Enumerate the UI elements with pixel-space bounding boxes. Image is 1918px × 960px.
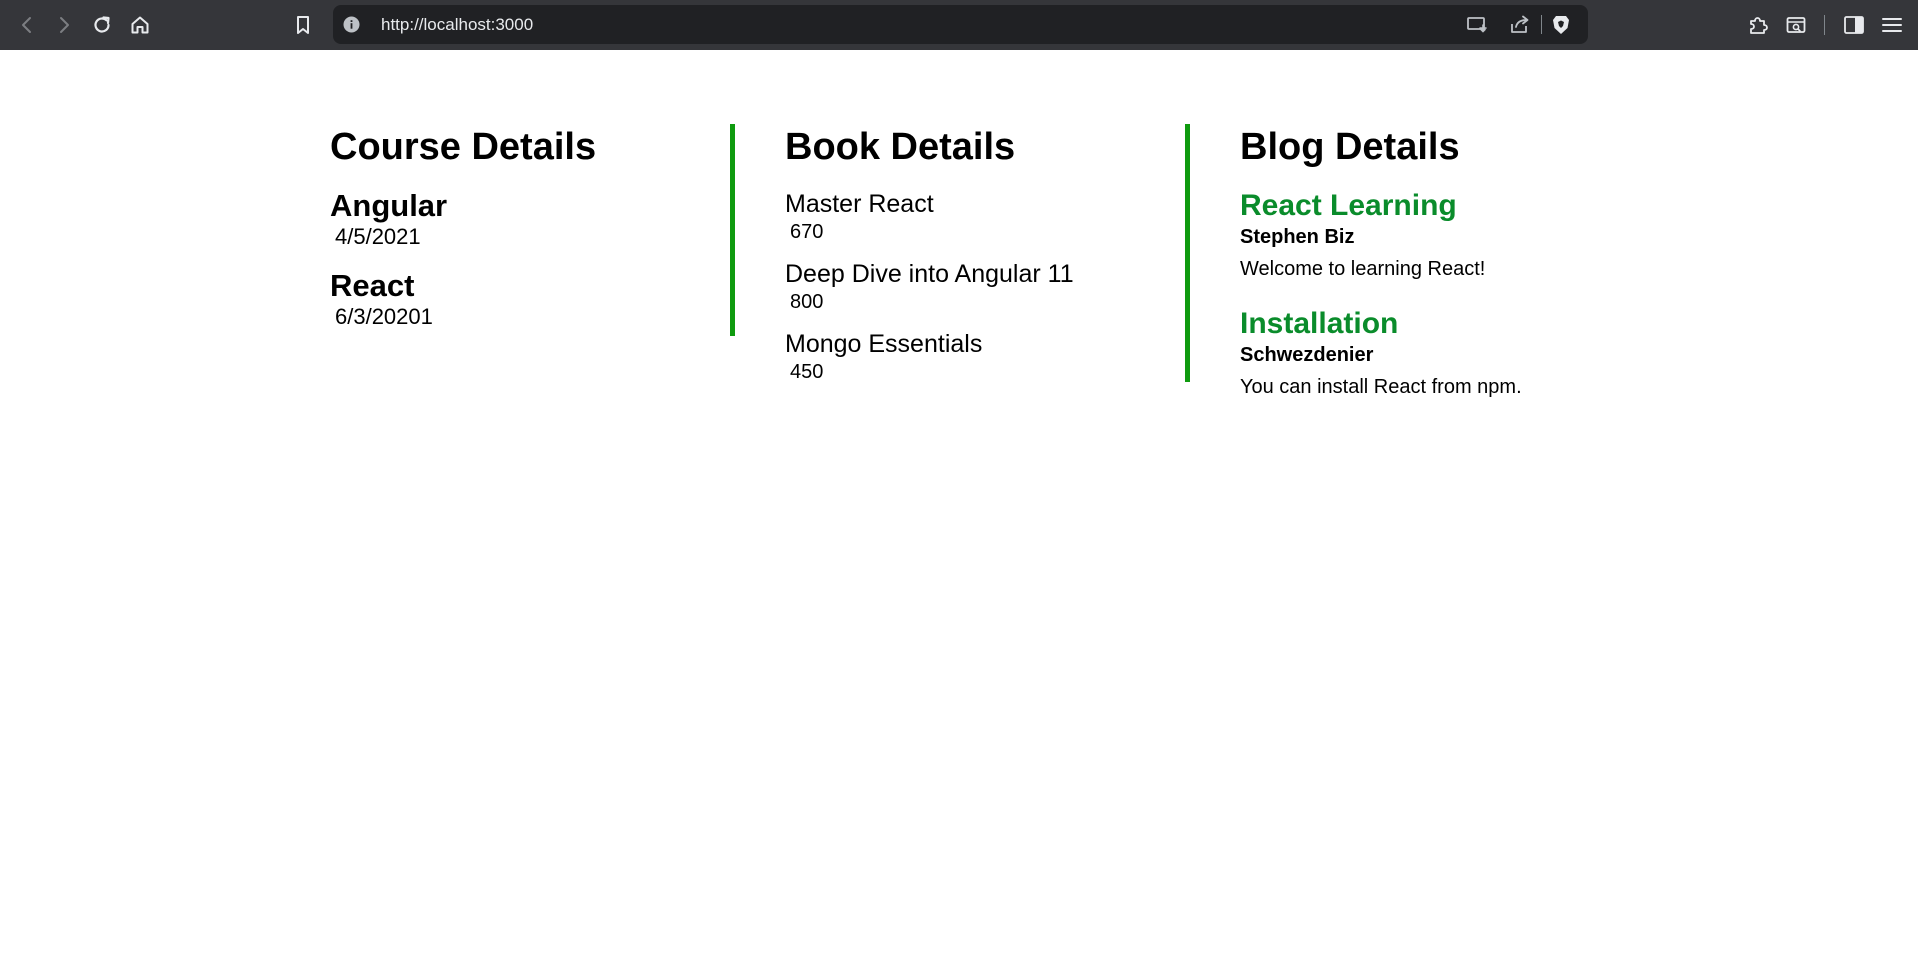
sidebar-icon — [1844, 16, 1864, 34]
wallet-icon — [1786, 17, 1806, 33]
blog-title: React Learning — [1240, 189, 1457, 222]
book-details-section: Book Details Master React 670 Deep Dive … — [785, 125, 1205, 399]
info-icon[interactable] — [343, 16, 360, 33]
url-text[interactable]: http://localhost:3000 — [381, 5, 533, 44]
book-price: 450 — [790, 361, 824, 383]
sidebar-button[interactable] — [1840, 11, 1868, 39]
course-details-section: Course Details Angular 4/5/2021 React 6/… — [330, 125, 750, 349]
blog-details-title: Blog Details — [1240, 126, 1460, 168]
brave-shield-button[interactable] — [1549, 13, 1573, 37]
book-item: Mongo Essentials 450 — [785, 329, 1205, 385]
column-divider — [730, 124, 735, 336]
column-divider — [1185, 124, 1190, 382]
blog-item: React Learning Stephen Biz Welcome to le… — [1240, 189, 1660, 283]
book-name: Mongo Essentials — [785, 330, 983, 358]
hamburger-menu-icon — [1882, 18, 1902, 32]
bookmark-icon — [297, 16, 309, 34]
home-button[interactable] — [126, 11, 154, 39]
blog-author: Stephen Biz — [1240, 226, 1355, 248]
address-bar[interactable]: http://localhost:3000 — [333, 5, 1588, 44]
blog-details-section: Blog Details React Learning Stephen Biz … — [1240, 125, 1660, 425]
page-content: Course Details Angular 4/5/2021 React 6/… — [0, 50, 1918, 960]
course-date: 6/3/20201 — [335, 304, 433, 329]
arrow-right-icon — [60, 17, 69, 33]
brave-shield-icon — [1553, 16, 1569, 34]
course-name: Angular — [330, 188, 448, 223]
forward-button[interactable] — [50, 11, 78, 39]
book-details-title: Book Details — [785, 126, 1016, 168]
book-name: Deep Dive into Angular 11 — [785, 260, 1074, 288]
book-price: 800 — [790, 291, 824, 313]
omnibox-separator — [1541, 15, 1542, 34]
cast-button[interactable] — [1465, 13, 1489, 37]
book-name: Master React — [785, 190, 934, 218]
home-icon — [131, 16, 149, 34]
course-item: React 6/3/20201 — [330, 269, 750, 331]
bookmark-button[interactable] — [289, 11, 317, 39]
cast-icon — [1467, 17, 1487, 33]
arrow-left-icon — [22, 17, 31, 33]
book-item: Deep Dive into Angular 11 800 — [785, 259, 1205, 315]
book-price: 670 — [790, 221, 824, 243]
reload-icon — [94, 16, 110, 33]
menu-button[interactable] — [1878, 11, 1906, 39]
blog-title: Installation — [1240, 307, 1399, 340]
course-name: React — [330, 268, 415, 303]
blog-author: Schwezdenier — [1240, 344, 1374, 366]
extensions-button[interactable] — [1744, 11, 1772, 39]
wallet-button[interactable] — [1782, 11, 1810, 39]
share-button[interactable] — [1508, 13, 1532, 37]
browser-toolbar: http://localhost:3000 — [0, 0, 1918, 50]
reload-button[interactable] — [88, 11, 116, 39]
blog-content: You can install React from npm. — [1240, 376, 1522, 398]
book-item: Master React 670 — [785, 189, 1205, 245]
share-icon — [1511, 15, 1529, 33]
puzzle-icon — [1750, 17, 1768, 34]
toolbar-separator — [1824, 15, 1825, 35]
course-details-title: Course Details — [330, 126, 597, 168]
course-date: 4/5/2021 — [335, 224, 421, 249]
back-button[interactable] — [13, 11, 41, 39]
blog-content: Welcome to learning React! — [1240, 258, 1486, 280]
blog-item: Installation Schwezdenier You can instal… — [1240, 307, 1660, 401]
course-item: Angular 4/5/2021 — [330, 189, 750, 251]
